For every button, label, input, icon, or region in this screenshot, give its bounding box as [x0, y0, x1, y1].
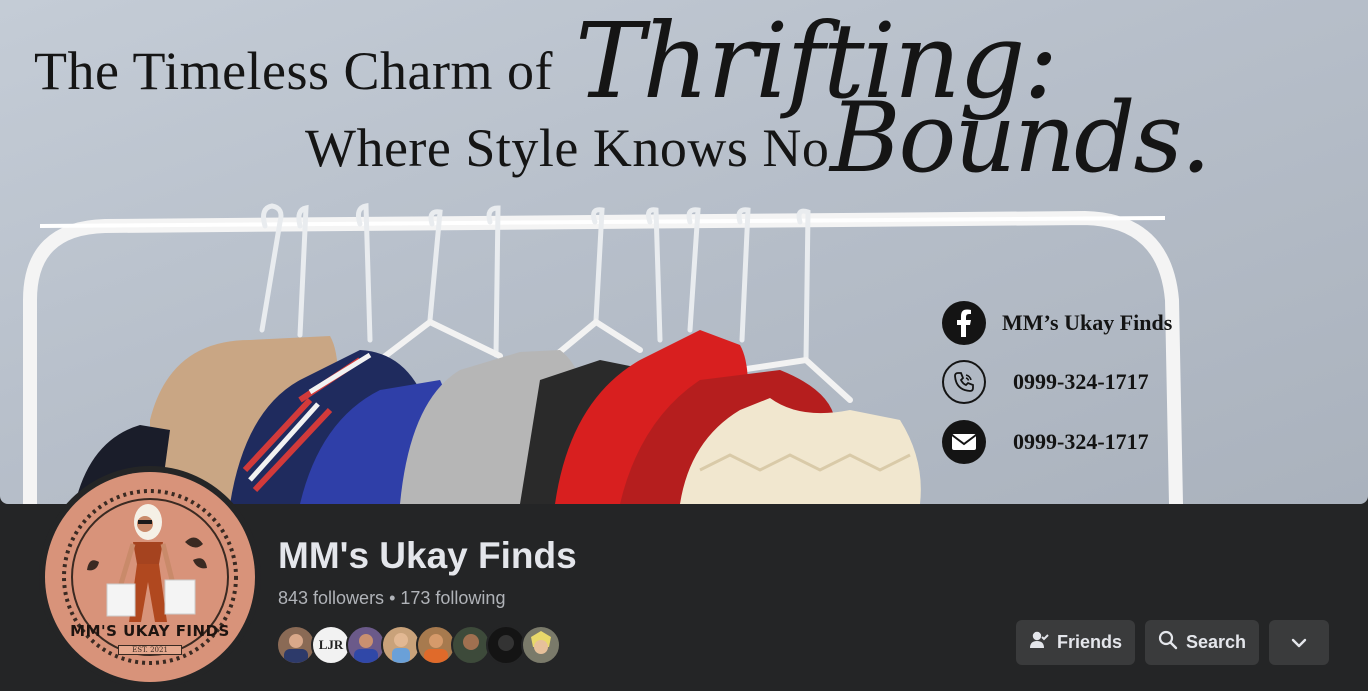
friend-avatars: LJR — [276, 625, 561, 665]
search-icon — [1158, 630, 1178, 655]
following-link[interactable]: 173 following — [400, 588, 505, 609]
profile-picture[interactable]: MM'S UKAY FINDS EST. 2021 — [39, 466, 261, 688]
stats-separator: • — [389, 588, 396, 608]
friends-icon — [1029, 630, 1049, 655]
friend-avatar[interactable]: LJR — [311, 625, 351, 665]
search-button[interactable]: Search — [1145, 620, 1259, 665]
logo-established: EST. 2021 — [118, 645, 182, 655]
mail-contact-text: 0999-324-1717 — [1013, 429, 1149, 454]
page-title: MM's Ukay Finds — [278, 535, 577, 576]
cover-contact-mail: 0999-324-1717 — [942, 420, 1149, 464]
search-button-label: Search — [1185, 632, 1247, 652]
cover-headline-script2: Bounds. — [830, 82, 1211, 194]
friend-avatar[interactable] — [381, 625, 421, 665]
cover-contact-phone: 0999-324-1717 — [942, 360, 1149, 404]
mail-icon — [942, 420, 986, 464]
cover-headline-line1: The Timeless Charm of — [34, 41, 553, 101]
friend-avatar-initials: LJR — [318, 637, 344, 652]
logo-brand-text: MM'S UKAY FINDS — [70, 622, 230, 640]
followers-link[interactable]: 843 followers — [278, 588, 384, 609]
cover-photo[interactable]: The Timeless Charm of Thrifting: Where S… — [0, 0, 1368, 504]
phone-icon — [942, 360, 986, 404]
friend-avatar[interactable] — [416, 625, 456, 665]
follow-stats: 843 followers • 173 following — [278, 588, 505, 609]
friend-avatar[interactable] — [276, 625, 316, 665]
facebook-icon — [942, 301, 986, 345]
friends-button-label: Friends — [1056, 632, 1122, 652]
more-options-button[interactable] — [1269, 620, 1329, 665]
friends-button[interactable]: Friends — [1016, 620, 1135, 665]
friend-avatar[interactable] — [346, 625, 386, 665]
friend-avatar[interactable] — [521, 625, 561, 665]
friend-avatar[interactable] — [486, 625, 526, 665]
chevron-down-icon — [1291, 632, 1307, 653]
facebook-page-name: MM’s Ukay Finds — [1002, 310, 1173, 335]
cover-contact-facebook: MM’s Ukay Finds — [942, 301, 1172, 345]
phone-number: 0999-324-1717 — [1013, 369, 1149, 394]
profile-logo: MM'S UKAY FINDS EST. 2021 — [45, 472, 255, 682]
cover-headline-line2: Where Style Knows No — [305, 118, 830, 178]
friend-avatar[interactable] — [451, 625, 491, 665]
